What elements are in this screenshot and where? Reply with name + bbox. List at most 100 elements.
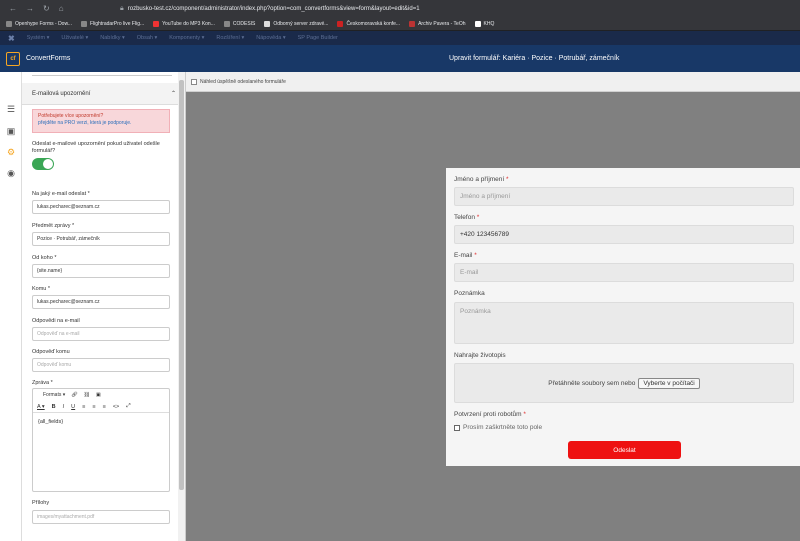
field-label: Na jaký e-mail odeslat * [32,191,90,197]
text-color-icon[interactable]: A ▾ [37,404,45,410]
favicon-icon [409,20,416,27]
phone-label: Telefon * [454,214,480,221]
design-image-icon[interactable]: ▣ [6,126,16,136]
field-label: Odpověď komu [32,349,70,355]
favicon-icon [80,20,87,27]
admin-menu-item[interactable]: Nápověda ▾ [256,35,285,41]
field-label: Předmět zprávy * [32,223,75,229]
lock-icon: 🔒︎ [120,4,124,12]
brand-name: ConvertForms [26,55,71,62]
bookmark-item[interactable]: Archiv Pavera - TeOh [409,20,466,27]
fullscreen-icon[interactable]: ⤢ [126,403,130,410]
note-textarea[interactable]: Poznámka [454,302,794,344]
admin-menu-item[interactable]: SP Page Builder [298,35,338,41]
code-icon[interactable]: <> [113,404,119,410]
address-bar[interactable]: 🔒︎ rozbusko-test.cz/component/administra… [120,5,420,13]
send-notification-toggle[interactable] [32,158,54,170]
robot-checkbox[interactable] [454,424,460,431]
form-preview: Jméno a příjmení * Jméno a příjmení Tele… [446,168,800,466]
field-label: Komu * [32,286,51,292]
note-label: Poznámka [454,290,485,297]
field-label: Odpovědi na e-mail [32,318,80,324]
field-label: Zpráva * [32,380,53,386]
image-icon[interactable]: ▣ [96,392,101,398]
admin-menu-item[interactable]: Rozšíření ▾ [216,35,244,41]
bookmark-item[interactable]: Českomoravská konfe... [337,20,400,27]
admin-menu-item[interactable]: Uživatelé ▾ [61,35,88,41]
convertforms-toolbar: cf ConvertForms Upravit formulář: Kariér… [0,45,800,72]
bold-icon[interactable]: B [52,404,56,410]
bookmark-item[interactable]: KHQ [474,20,494,27]
reload-icon[interactable]: ↻ [43,4,50,13]
email-notifications-header[interactable]: E-mailová upozornění ⌃ [22,83,185,105]
forward-icon[interactable]: → [26,4,34,13]
bookmark-item[interactable]: CODESIS [223,20,255,27]
editor-toolbar-row2: A ▾ B I U ≡ ≡ ≡ <> ⤢ [33,401,169,413]
link-icon[interactable]: 🔗︎ [71,392,77,398]
bookmark-item[interactable]: Odborný server zdravé... [264,20,328,27]
editor-content[interactable]: {all_fields} [38,419,63,425]
admin-menu-item[interactable]: Obsah ▾ [137,35,158,41]
pro-upgrade-link[interactable]: přejděte na PRO verzi, která je podporuj… [38,120,164,127]
behavior-target-icon[interactable]: ◉ [6,168,16,178]
bookmark-item[interactable]: FlightradarPro live Flig... [80,20,144,27]
preview-success-checkbox[interactable] [191,78,197,85]
toggle-label: Odeslat e-mailové upozornění pokud uživa… [32,141,160,154]
attachments-input[interactable]: images/myattachment.pdf [32,510,170,524]
message-editor: Formats ▾ 🔗︎ ⛓ ▣ A ▾ B I U ≡ ≡ ≡ <> ⤢ {a… [32,388,170,492]
bookmark-item[interactable]: Openhype Forms - Dow... [6,20,72,27]
name-label: Jméno a příjmení * [454,176,509,183]
canvas-toolbar: Náhled úspěšně odeslaného formuláře [186,72,800,92]
recipient-email-input[interactable]: lukas.pecharec@seznam.cz [32,200,170,214]
page-title: Upravit formulář: Kariéra · Pozice · Pot… [449,55,620,62]
fields-list-icon[interactable]: ☰ [6,104,16,114]
reply-to-name-input[interactable]: Odpověď komu [32,358,170,372]
bookmark-item[interactable]: YouTube do MP3 Kon... [153,20,215,27]
align-right-icon[interactable]: ≡ [103,404,106,410]
admin-menu-item[interactable]: Systém ▾ [27,35,50,41]
align-center-icon[interactable]: ≡ [92,404,95,410]
url-text[interactable]: rozbusko-test.cz/component/administrator… [128,6,420,12]
settings-gear-icon[interactable]: ⚙ [6,147,16,157]
favicon-icon [337,20,344,27]
attachments-label: Přílohy [32,500,50,506]
back-icon[interactable]: ← [9,4,17,13]
favicon-icon [6,20,12,27]
to-email-input[interactable]: lukas.pecharec@seznam.cz [32,295,170,309]
admin-menu: ✖ Systém ▾ Uživatelé ▾ Nabídky ▾ Obsah ▾… [0,31,800,45]
cv-dropzone[interactable]: Přetáhněte soubory sem nebo Vyberte v po… [454,363,794,403]
robot-checkbox-label: Prosím zaškrtněte toto pole [463,424,543,431]
align-left-icon[interactable]: ≡ [82,404,85,410]
chevron-up-icon: ⌃ [170,91,176,97]
choose-file-button[interactable]: Vyberte v počítači [638,377,700,389]
convertforms-logo-icon: cf [6,51,20,66]
from-name-input[interactable]: {site.name} [32,264,170,278]
italic-icon[interactable]: I [63,404,65,410]
home-icon[interactable]: ⌂ [59,4,64,13]
favicon-icon [264,20,271,27]
name-input[interactable]: Jméno a příjmení [454,187,794,206]
joomla-logo-icon[interactable]: ✖ [8,34,15,43]
previous-section-cut [32,72,172,76]
browser-toolbar: ← → ↻ ⌂ 🔒︎ rozbusko-test.cz/component/ad… [0,0,800,17]
admin-menu-item[interactable]: Nabídky ▾ [100,35,124,41]
reply-to-email-input[interactable]: Odpověď na e-mail [32,327,170,341]
bookmarks-bar: Openhype Forms - Dow... FlightradarPro l… [0,17,800,31]
phone-input[interactable]: +420 123456789 [454,225,794,244]
preview-success-label: Náhled úspěšně odeslaného formuláře [200,78,286,85]
robot-checkbox-row[interactable]: Prosím zaškrtněte toto pole [454,424,542,431]
favicon-icon [223,20,230,27]
panel-scrollbar[interactable] [178,72,185,541]
section-title: E-mailová upozornění [32,90,91,97]
scrollbar-thumb[interactable] [179,80,184,490]
underline-icon[interactable]: U [71,404,75,410]
subject-input[interactable]: Pozice · Potrubář, zámečník [32,232,170,246]
unlink-icon[interactable]: ⛓ [84,392,90,398]
submit-button[interactable]: Odeslat [568,441,681,459]
formats-dropdown[interactable]: Formats ▾ [43,392,65,398]
admin-menu-item[interactable]: Komponenty ▾ [169,35,204,41]
email-input[interactable]: E-mail [454,263,794,282]
drop-text: Přetáhněte soubory sem nebo [548,379,636,387]
cv-label: Nahrajte životopis [454,352,506,359]
favicon-icon [474,20,481,27]
